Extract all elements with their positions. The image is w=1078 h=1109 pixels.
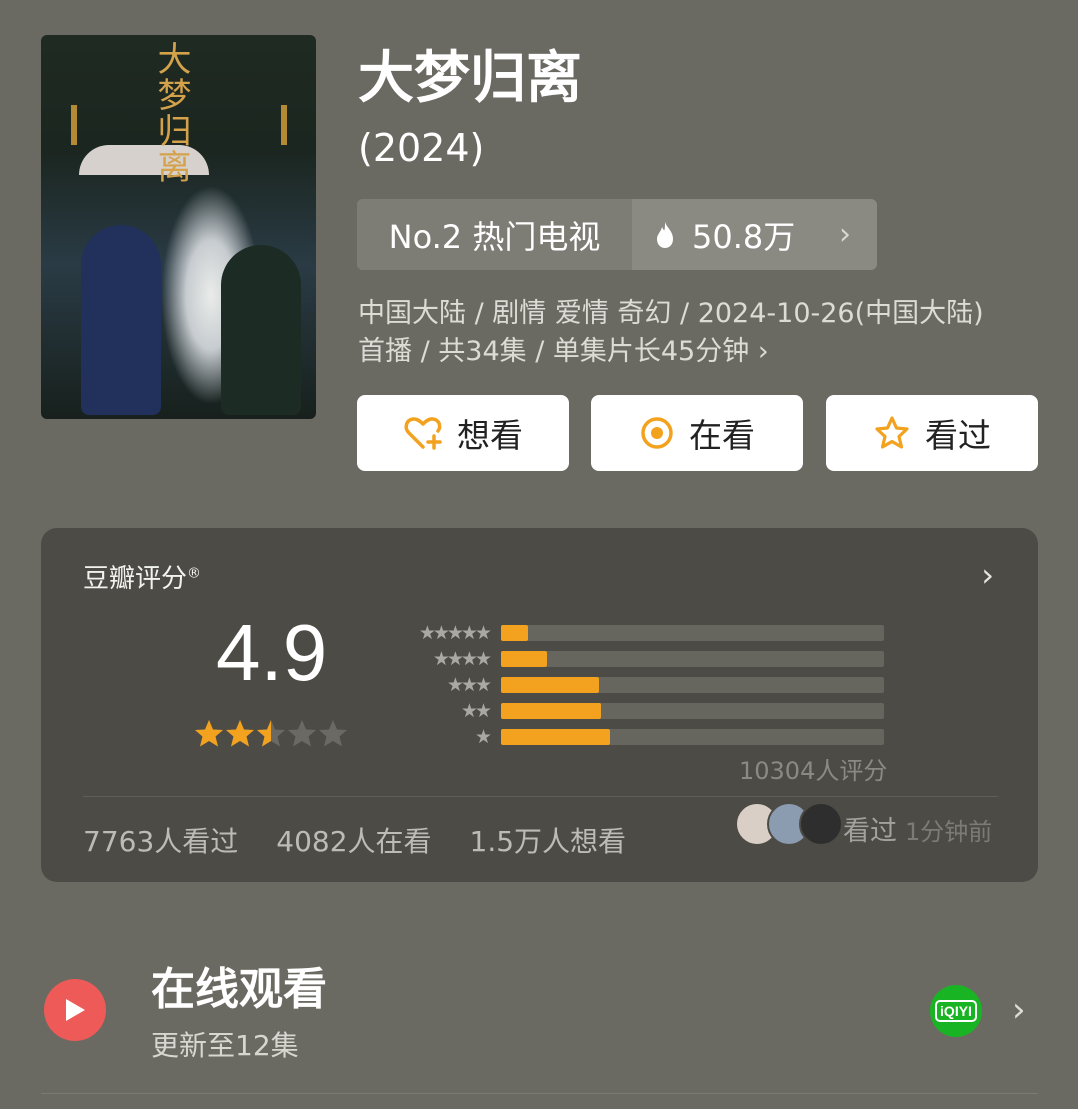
distribution-bar-track [501,703,884,719]
platform-label: iQIYI [935,1000,977,1022]
distribution-stars-label: ★★★★ [432,648,492,670]
online-watch-title[interactable]: 在线观看 [151,962,327,1018]
distribution-bar-fill [501,651,547,667]
star-icon [226,720,254,747]
star-icon [257,720,285,747]
distribution-row: ★ [391,724,886,750]
distribution-bar-fill [501,729,611,745]
rating-stars [193,718,348,750]
online-watch-subtitle: 更新至12集 [151,1029,299,1062]
divider [41,1093,1038,1094]
poster-lantern [281,105,287,145]
want-to-watch-button[interactable]: 想看 [357,395,569,471]
rank-label: No.2 热门电视 [357,199,632,270]
distribution-stars-label: ★★★★★ [418,622,492,644]
recent-activity: 看过 1分钟前 [843,816,993,847]
rating-count: 10304人评分 [739,757,888,785]
distribution-row: ★★★★ [391,646,886,672]
rating-card[interactable]: 豆瓣评分® › 4.9 ★★★★★ ★★★★ ★★★ ★★ ★ 10304人评分 776… [41,528,1038,882]
target-icon [641,417,673,449]
flame-icon [657,221,673,248]
distribution-row: ★★ [391,698,886,724]
heat-value: 50.8万 [692,217,796,256]
want-count[interactable]: 1.5万人想看 [470,820,627,860]
star-icon [319,720,347,747]
watched-count[interactable]: 7763人看过 [83,820,238,860]
chevron-right-icon: › [839,217,851,252]
divider [83,796,998,797]
play-triangle-icon [66,999,85,1021]
poster-figure [221,245,301,415]
star-icon [195,720,223,747]
heat-indicator: 50.8万 › [632,199,877,270]
distribution-bar-track [501,677,884,693]
distribution-bar-track [501,729,884,745]
star-icon [288,720,316,747]
play-icon[interactable] [44,979,106,1041]
rank-badge[interactable]: No.2 热门电视 50.8万 › [357,199,877,270]
meta-info-line1: 中国大陆 / 剧情 爱情 奇幻 / 2024-10-26(中国大陆) [358,298,984,329]
meta-info-line2[interactable]: 首播 / 共34集 / 单集片长45分钟 › [358,333,769,371]
star-outline-icon [875,416,909,449]
audience-stats: 7763人看过 4082人在看 1.5万人想看 [83,820,626,860]
chevron-right-icon[interactable]: › [981,556,994,594]
poster-figure [81,225,161,415]
distribution-stars-label: ★★ [460,700,492,722]
friend-avatars[interactable] [735,802,843,846]
watching-count[interactable]: 4082人在看 [276,820,431,860]
distribution-stars-label: ★★★ [446,674,492,696]
page-title: 大梦归离 [358,46,582,111]
watching-button[interactable]: 在看 [591,395,803,471]
distribution-stars-label: ★ [474,726,492,748]
poster-image[interactable]: 大梦归离 [41,35,316,419]
heart-plus-icon [404,417,442,450]
avatar [799,802,843,846]
distribution-bar-track [501,651,884,667]
release-year: (2024) [358,126,485,170]
watched-label: 看过 [925,416,991,455]
distribution-bar-fill [501,625,528,641]
want-label: 想看 [457,416,523,455]
watching-label: 在看 [689,416,755,455]
poster-calligraphy: 大梦归离 [151,41,191,185]
rating-distribution: ★★★★★ ★★★★ ★★★ ★★ ★ [391,620,886,750]
distribution-row: ★★★★★ [391,620,886,646]
rating-score: 4.9 [216,608,328,697]
distribution-bar-fill [501,677,599,693]
poster-lantern [71,105,77,145]
chevron-right-icon[interactable]: › [1012,990,1026,1030]
distribution-bar-track [501,625,884,641]
distribution-row: ★★★ [391,672,886,698]
watched-button[interactable]: 看过 [826,395,1038,471]
iqiyi-logo-icon[interactable]: iQIYI [930,985,982,1037]
distribution-bar-fill [501,703,601,719]
rating-source-label: 豆瓣评分® [83,564,202,594]
